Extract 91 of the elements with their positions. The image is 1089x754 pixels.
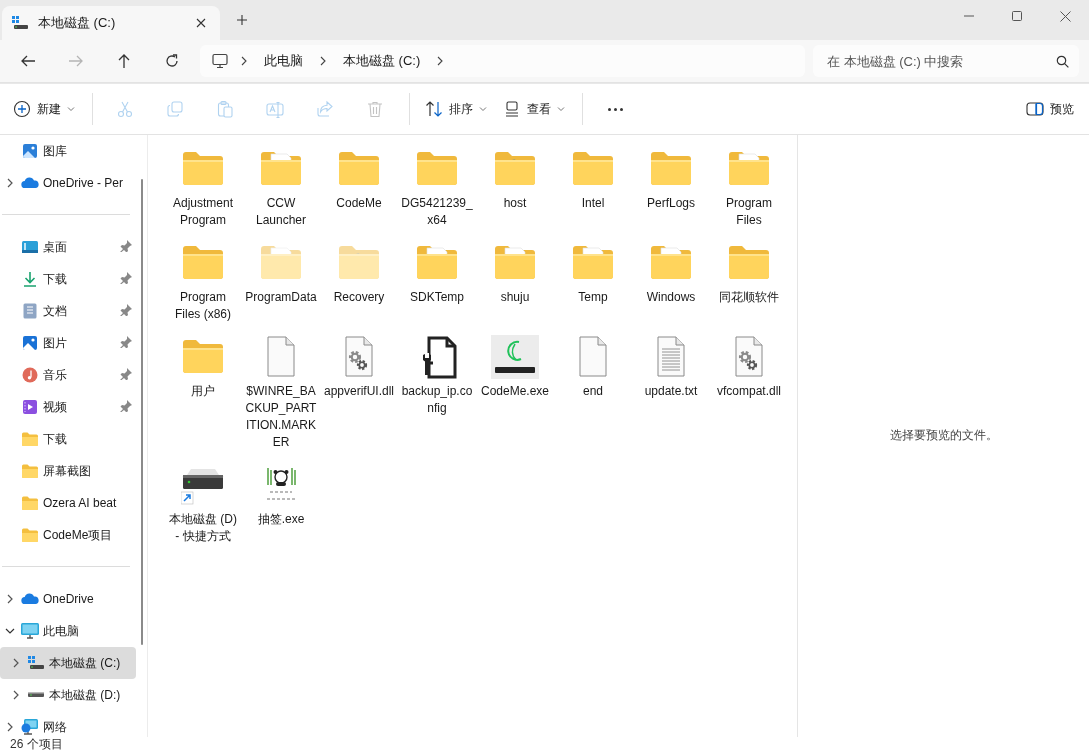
file-item[interactable]: Program Files (x86): [164, 237, 242, 329]
address-bar[interactable]: 此电脑 本地磁盘 (C:): [200, 45, 805, 77]
video-icon: [22, 399, 38, 415]
sidebar-item[interactable]: 下载: [0, 263, 137, 295]
monitor-icon: [212, 53, 228, 69]
drive-icon: [28, 656, 44, 670]
breadcrumb[interactable]: 此电脑: [260, 52, 307, 70]
preview-message: 选择要预览的文件。: [889, 426, 998, 444]
preview-pane-icon: [1026, 102, 1044, 116]
cloud-icon: [21, 177, 39, 189]
sidebar-item[interactable]: 图片: [0, 327, 137, 359]
chevron-icon: [319, 56, 327, 66]
file-item[interactable]: appverifUI.dll: [320, 331, 398, 406]
refresh-icon: [164, 53, 180, 69]
drive-icon: [12, 16, 28, 30]
up-arrow-icon: [116, 53, 132, 69]
file-item[interactable]: CodeMe.exe: [476, 331, 554, 406]
folder-icon: [22, 496, 38, 510]
file-item[interactable]: host: [476, 143, 554, 218]
download-icon: [22, 271, 38, 287]
item-count: 26 个项目: [10, 738, 63, 751]
chevron-icon: [240, 56, 248, 66]
sidebar-item[interactable]: OneDrive: [0, 583, 137, 615]
file-item[interactable]: DG5421239_x64: [398, 143, 476, 235]
folder-icon: [22, 432, 38, 446]
file-item[interactable]: $WINRE_BACKUP_PARTITION.MARKER: [242, 331, 320, 457]
caret-icon: [479, 105, 487, 113]
view-button[interactable]: 查看: [496, 93, 572, 125]
close-icon: [1059, 10, 1071, 22]
file-item[interactable]: 同花顺软件: [710, 237, 788, 312]
file-item[interactable]: Temp: [554, 237, 632, 312]
back-arrow-icon: [20, 53, 36, 69]
sidebar-item[interactable]: 下载: [0, 423, 137, 455]
search-field[interactable]: 在 本地磁盘 (C:) 中搜索: [813, 45, 1079, 77]
picture-icon: [22, 143, 38, 159]
sidebar-item[interactable]: Ozera AI beat: [0, 487, 137, 519]
file-item[interactable]: shuju: [476, 237, 554, 312]
sidebar-item[interactable]: 本地磁盘 (D:): [0, 679, 137, 711]
close-icon: [196, 18, 206, 28]
file-item[interactable]: end: [554, 331, 632, 406]
file-item[interactable]: Windows: [632, 237, 710, 312]
file-item[interactable]: SDKTemp: [398, 237, 476, 312]
file-item[interactable]: Program Files: [710, 143, 788, 235]
cloud-icon: [21, 593, 39, 605]
network-icon: [21, 719, 39, 735]
sidebar-item[interactable]: 网络: [0, 711, 137, 737]
file-item[interactable]: PerfLogs: [632, 143, 710, 218]
sidebar-item[interactable]: 本地磁盘 (C:): [0, 647, 137, 679]
sidebar-item[interactable]: CodeMe项目: [0, 519, 137, 551]
preview-button[interactable]: 预览: [1019, 93, 1081, 125]
sidebar-item[interactable]: OneDrive - Per: [0, 167, 137, 199]
scrollbar[interactable]: [140, 179, 143, 645]
file-item[interactable]: Intel: [554, 143, 632, 218]
new-button[interactable]: 新建: [6, 93, 82, 125]
file-item[interactable]: 本地磁盘 (D) - 快捷方式: [164, 459, 242, 551]
drive-icon: [28, 692, 44, 698]
tab-title: 本地磁盘 (C:): [38, 14, 117, 32]
sidebar-item[interactable]: 桌面: [0, 231, 137, 263]
desktop-icon: [22, 240, 38, 254]
folder-icon: [22, 528, 38, 542]
monitor-icon: [21, 623, 39, 639]
sidebar-item[interactable]: 音乐: [0, 359, 137, 391]
maximize-icon: [1012, 11, 1022, 21]
music-note-icon: [22, 367, 38, 383]
file-item[interactable]: update.txt: [632, 331, 710, 406]
picture-icon: [22, 335, 38, 351]
sidebar-item[interactable]: 图库: [0, 135, 137, 167]
sort-button[interactable]: 排序: [418, 93, 494, 125]
chevron-icon: [436, 56, 445, 66]
sidebar-item[interactable]: 此电脑: [0, 615, 137, 647]
caret-icon: [67, 105, 75, 113]
breadcrumb[interactable]: 本地磁盘 (C:): [339, 52, 425, 70]
file-item[interactable]: Recovery: [320, 237, 398, 312]
file-item[interactable]: backup_ip.config: [398, 331, 476, 423]
file-item[interactable]: vfcompat.dll: [710, 331, 788, 406]
plus-icon: [236, 14, 248, 26]
file-item[interactable]: CodeMe: [320, 143, 398, 218]
file-item[interactable]: Adjustment Program: [164, 143, 242, 235]
sidebar-item[interactable]: 视频: [0, 391, 137, 423]
folder-icon: [22, 464, 38, 478]
file-item[interactable]: 用户: [164, 331, 242, 406]
file-item[interactable]: ProgramData: [242, 237, 320, 312]
file-item[interactable]: CCW Launcher: [242, 143, 320, 235]
document-icon: [23, 303, 37, 319]
sidebar-item[interactable]: 屏幕截图: [0, 455, 137, 487]
sidebar-item[interactable]: 文档: [0, 295, 137, 327]
tab[interactable]: 本地磁盘 (C:): [2, 6, 220, 40]
search-icon: [1056, 55, 1069, 68]
forward-arrow-icon: [68, 53, 84, 69]
file-item[interactable]: 抽签.exe: [242, 459, 320, 534]
caret-icon: [557, 105, 565, 113]
